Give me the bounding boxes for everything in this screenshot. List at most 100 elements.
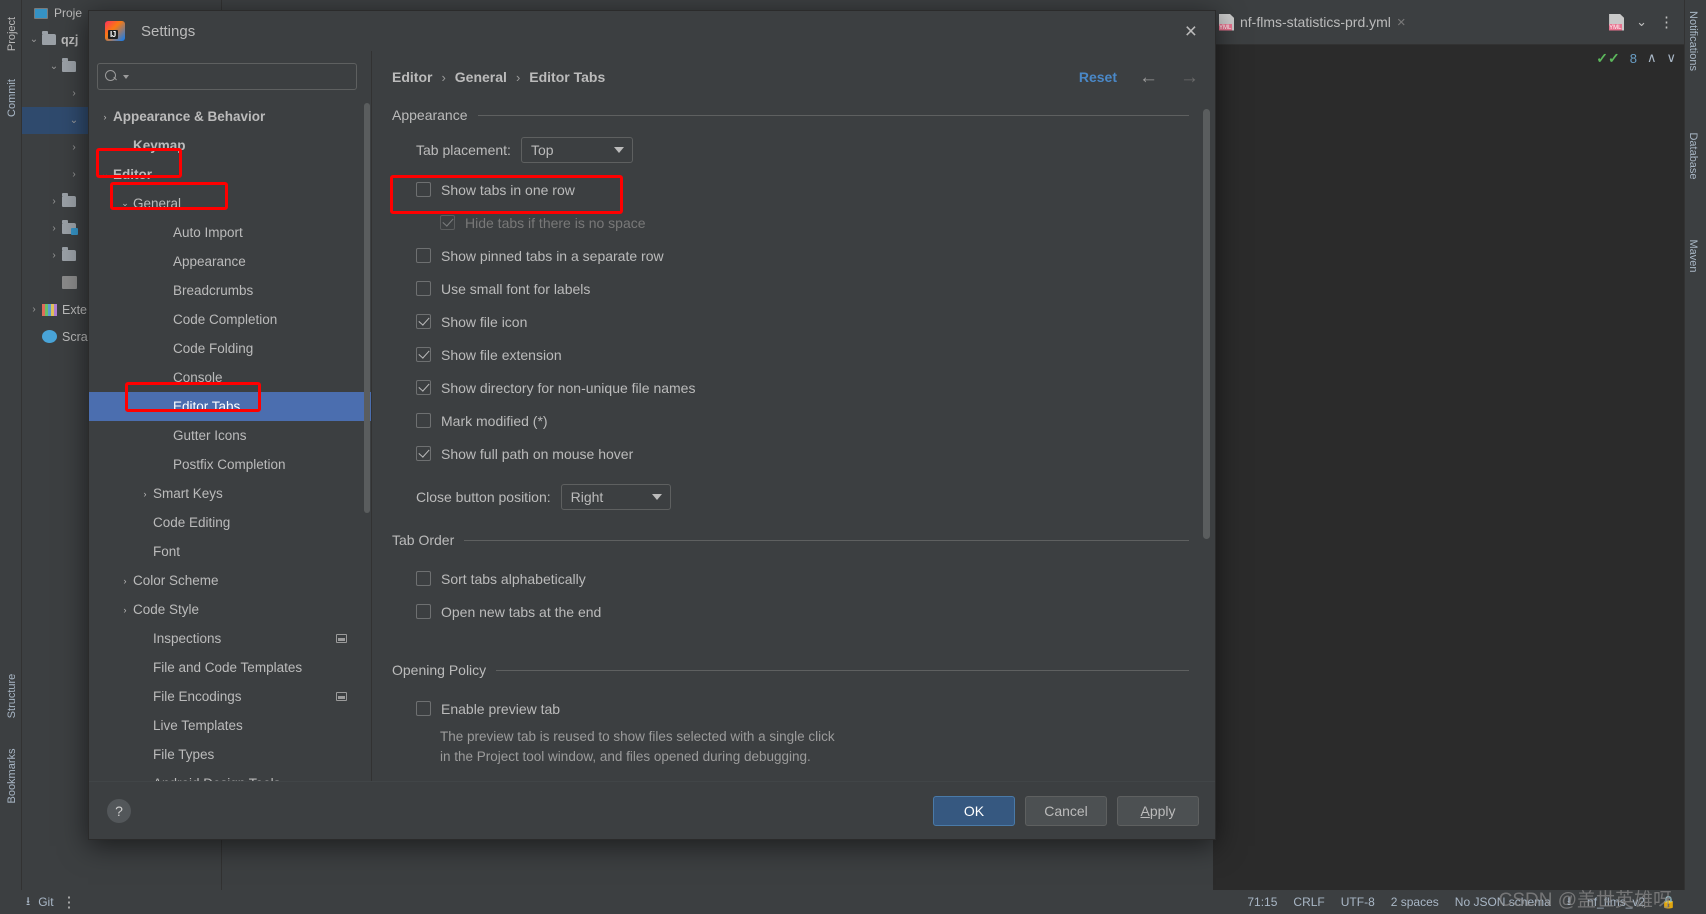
apply-button[interactable]: Apply bbox=[1117, 795, 1199, 826]
status-bar[interactable]: ⭳ Git ⋮ 71:15 CRLF UTF-8 2 spaces No JSO… bbox=[0, 890, 1706, 914]
settings-dialog[interactable]: Settings × ›Appearance & BehaviorKeymap⌄… bbox=[88, 10, 1216, 840]
checkbox-show-full-path-on-mouse-hover[interactable]: Show full path on mouse hover bbox=[416, 437, 1189, 470]
sidebar-item-code-editing[interactable]: Code Editing bbox=[89, 508, 371, 537]
search-input[interactable] bbox=[129, 68, 356, 85]
checkbox-unchecked-icon[interactable] bbox=[416, 604, 431, 619]
checkbox-show-pinned-tabs-in-a-separate-row[interactable]: Show pinned tabs in a separate row bbox=[416, 239, 1189, 272]
chevron-down-icon[interactable]: ⌄ bbox=[66, 115, 82, 126]
checkbox-show-file-icon[interactable]: Show file icon bbox=[416, 305, 1189, 338]
tool-window-notifications[interactable]: Notifications bbox=[1687, 6, 1699, 76]
ok-button[interactable]: OK bbox=[933, 795, 1015, 826]
sidebar-item-file-and-code-templates[interactable]: File and Code Templates bbox=[89, 653, 371, 682]
settings-sidebar[interactable]: › Appearance & Behavior Keymap ⌄ Editor ⌄ Gene… bbox=[89, 51, 372, 781]
checkbox-unchecked-icon[interactable] bbox=[416, 571, 431, 586]
checkbox-checked-icon[interactable] bbox=[416, 347, 431, 362]
next-problem-icon[interactable]: ∨ bbox=[1666, 50, 1676, 66]
tool-window-structure[interactable]: Structure bbox=[6, 666, 18, 726]
settings-tree[interactable]: › Appearance & Behavior Keymap ⌄ Editor ⌄ Gene… bbox=[89, 100, 371, 781]
chevron-right-icon[interactable]: › bbox=[117, 576, 133, 586]
chevron-right-icon[interactable]: › bbox=[97, 112, 113, 122]
chevron-right-icon[interactable]: › bbox=[46, 196, 62, 207]
chevron-down-icon[interactable]: ⌄ bbox=[117, 198, 133, 209]
chevron-down-icon[interactable]: ⌄ bbox=[46, 61, 62, 72]
editor-area[interactable] bbox=[1213, 45, 1684, 890]
sidebar-item-auto-import[interactable]: Auto Import bbox=[89, 218, 371, 247]
status-git-label[interactable]: Git bbox=[38, 895, 53, 909]
right-tool-window-strip[interactable]: Notifications Database Maven bbox=[1684, 0, 1706, 914]
tool-window-commit[interactable]: Commit bbox=[6, 68, 18, 128]
close-icon[interactable]: × bbox=[1179, 21, 1203, 42]
checkbox-unchecked-icon[interactable] bbox=[416, 413, 431, 428]
sidebar-item-font[interactable]: Font bbox=[89, 537, 371, 566]
checkbox-checked-icon[interactable] bbox=[416, 314, 431, 329]
chevron-right-icon[interactable]: › bbox=[66, 88, 82, 99]
checkbox-checked-icon[interactable] bbox=[416, 380, 431, 395]
chevron-right-icon[interactable]: › bbox=[66, 142, 82, 153]
left-tool-window-strip[interactable]: Project Commit Structure Bookmarks bbox=[0, 0, 22, 914]
sidebar-item-breadcrumbs[interactable]: Breadcrumbs bbox=[89, 276, 371, 305]
checkbox-mark-modified[interactable]: Mark modified (*) bbox=[416, 404, 1189, 437]
tabbar-actions[interactable]: ⌄ ⋮ bbox=[1609, 13, 1684, 31]
checkbox-open-new-tabs-at-the-end[interactable]: Open new tabs at the end bbox=[416, 595, 1189, 628]
checkbox-show-tabs-in-one-row[interactable]: Show tabs in one row bbox=[416, 173, 1189, 206]
tool-window-bookmarks[interactable]: Bookmarks bbox=[6, 746, 18, 806]
sidebar-item-code-style[interactable]: › Code Style bbox=[89, 595, 371, 624]
editor-tabbar[interactable]: nf-flms-statistics-prd.yml × ⌄ ⋮ bbox=[1213, 0, 1684, 45]
sidebar-item-inspections[interactable]: Inspections bbox=[89, 624, 371, 653]
chevron-down-icon[interactable]: ⌄ bbox=[1636, 14, 1647, 30]
close-button-position-select[interactable]: Right bbox=[560, 484, 671, 510]
kebab-menu-icon[interactable]: ⋮ bbox=[1659, 13, 1674, 31]
breadcrumb-part-0[interactable]: Editor bbox=[392, 69, 432, 85]
sidebar-item-code-completion[interactable]: Code Completion bbox=[89, 305, 371, 334]
sidebar-item-file-encodings[interactable]: File Encodings bbox=[89, 682, 371, 711]
chevron-right-icon[interactable]: › bbox=[66, 169, 82, 180]
search-box[interactable] bbox=[97, 63, 357, 90]
help-button[interactable]: ? bbox=[107, 798, 131, 823]
reset-button[interactable]: Reset bbox=[1079, 69, 1117, 85]
back-arrow-icon[interactable]: ← bbox=[1139, 68, 1158, 87]
sidebar-item-code-folding[interactable]: Code Folding bbox=[89, 334, 371, 363]
sidebar-item-color-scheme[interactable]: › Color Scheme bbox=[89, 566, 371, 595]
checkbox-unchecked-icon[interactable] bbox=[416, 281, 431, 296]
previous-problem-icon[interactable]: ∧ bbox=[1647, 50, 1657, 66]
sidebar-item-smart-keys[interactable]: › Smart Keys bbox=[89, 479, 371, 508]
tool-window-database[interactable]: Database bbox=[1687, 121, 1699, 191]
sidebar-item-postfix-completion[interactable]: Postfix Completion bbox=[89, 450, 371, 479]
checkbox-enable-preview-tab[interactable]: Enable preview tab bbox=[416, 692, 1189, 725]
sidebar-item-keymap[interactable]: Keymap bbox=[89, 131, 371, 160]
sidebar-scrollbar[interactable] bbox=[364, 103, 370, 513]
breadcrumb-part-1[interactable]: General bbox=[455, 69, 507, 85]
sidebar-item-appearance[interactable]: Appearance bbox=[89, 247, 371, 276]
tab-placement-select[interactable]: Top bbox=[520, 137, 633, 163]
checkbox-sort-tabs-alphabetically[interactable]: Sort tabs alphabetically bbox=[416, 562, 1189, 595]
forward-arrow-icon[interactable]: → bbox=[1180, 68, 1199, 87]
sidebar-item-editor[interactable]: ⌄ Editor bbox=[89, 160, 371, 189]
status-indent[interactable]: 2 spaces bbox=[1391, 895, 1439, 909]
checkbox-checked-icon[interactable] bbox=[416, 446, 431, 461]
kebab-menu-icon[interactable]: ⋮ bbox=[62, 893, 77, 911]
chevron-right-icon[interactable]: › bbox=[117, 605, 133, 615]
status-encoding[interactable]: UTF-8 bbox=[1341, 895, 1375, 909]
checkbox-show-directory-for-non-unique-file-names[interactable]: Show directory for non-unique file names bbox=[416, 371, 1189, 404]
chevron-right-icon[interactable]: › bbox=[46, 250, 62, 261]
sidebar-item-android-design-tools[interactable]: Android Design Tools bbox=[89, 769, 371, 781]
chevron-down-icon[interactable]: ⌄ bbox=[26, 34, 42, 45]
checkbox-use-small-font-for-labels[interactable]: Use small font for labels bbox=[416, 272, 1189, 305]
sidebar-item-editor-tabs[interactable]: Editor Tabs bbox=[89, 392, 371, 421]
close-icon[interactable]: × bbox=[1397, 14, 1406, 31]
tool-window-project[interactable]: Project bbox=[6, 4, 18, 64]
checkbox-unchecked-icon[interactable] bbox=[416, 182, 431, 197]
status-line-separator[interactable]: CRLF bbox=[1293, 895, 1324, 909]
sidebar-item-file-types[interactable]: File Types bbox=[89, 740, 371, 769]
chevron-down-icon[interactable]: ⌄ bbox=[97, 169, 113, 180]
sidebar-item-live-templates[interactable]: Live Templates bbox=[89, 711, 371, 740]
inspection-widget[interactable]: ✓✓ 8 ∧ ∨ bbox=[1596, 45, 1676, 71]
content-scrollbar[interactable] bbox=[1203, 109, 1210, 539]
chevron-right-icon[interactable]: › bbox=[26, 304, 42, 315]
checkbox-unchecked-icon[interactable] bbox=[416, 701, 431, 716]
sidebar-item-gutter-icons[interactable]: Gutter Icons bbox=[89, 421, 371, 450]
checkbox-show-file-extension[interactable]: Show file extension bbox=[416, 338, 1189, 371]
checkbox-unchecked-icon[interactable] bbox=[416, 248, 431, 263]
chevron-right-icon[interactable]: › bbox=[46, 223, 62, 234]
sidebar-item-appearance-behavior[interactable]: › Appearance & Behavior bbox=[89, 102, 371, 131]
